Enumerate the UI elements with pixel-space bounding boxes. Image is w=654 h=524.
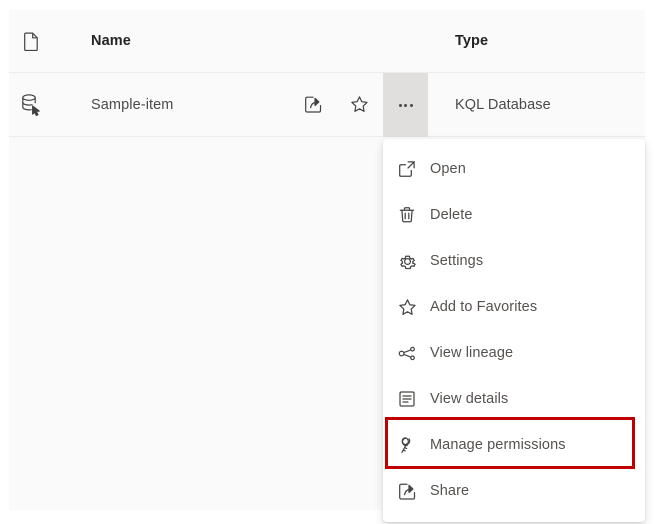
favorite-star-icon[interactable] bbox=[348, 94, 370, 116]
share-icon[interactable] bbox=[302, 94, 324, 116]
menu-item-view-details[interactable]: View details bbox=[383, 376, 645, 422]
menu-item-label: Delete bbox=[430, 207, 473, 223]
details-list-icon bbox=[396, 388, 418, 410]
more-options-icon[interactable] bbox=[383, 73, 428, 137]
menu-item-delete[interactable]: Delete bbox=[383, 192, 645, 238]
share-icon bbox=[396, 480, 418, 502]
menu-item-label: Open bbox=[430, 161, 466, 177]
menu-item-share[interactable]: Share bbox=[383, 468, 645, 514]
menu-item-settings[interactable]: Settings bbox=[383, 238, 645, 284]
lineage-icon bbox=[396, 342, 418, 364]
menu-item-label: Share bbox=[430, 483, 470, 499]
menu-item-label: View details bbox=[430, 391, 509, 407]
trash-icon bbox=[396, 204, 418, 226]
kql-database-icon bbox=[17, 93, 45, 117]
menu-item-label: View lineage bbox=[430, 345, 514, 361]
row-name-sample-item[interactable]: Sample-item bbox=[91, 97, 174, 113]
menu-item-open[interactable]: Open bbox=[383, 146, 645, 192]
menu-item-label: Settings bbox=[430, 253, 484, 269]
table-header-row: Name Type bbox=[9, 10, 645, 73]
table-row[interactable]: Sample-item KQL Database bbox=[9, 73, 645, 137]
key-icon bbox=[396, 434, 418, 456]
menu-item-add-to-favorites[interactable]: Add to Favorites bbox=[383, 284, 645, 330]
column-header-name[interactable]: Name bbox=[91, 33, 131, 49]
menu-item-label: Add to Favorites bbox=[430, 299, 538, 315]
menu-item-view-lineage[interactable]: View lineage bbox=[383, 330, 645, 376]
context-menu: Open Delete Settings Add to Favorites Vi… bbox=[383, 139, 645, 522]
row-type-kql-database: KQL Database bbox=[455, 96, 551, 113]
menu-item-manage-permissions[interactable]: Manage permissions bbox=[383, 422, 645, 468]
gear-icon bbox=[396, 250, 418, 272]
open-external-icon bbox=[396, 158, 418, 180]
document-icon bbox=[17, 29, 45, 53]
star-icon bbox=[396, 296, 418, 318]
column-header-type[interactable]: Type bbox=[455, 33, 488, 49]
menu-item-label: Manage permissions bbox=[430, 437, 566, 453]
